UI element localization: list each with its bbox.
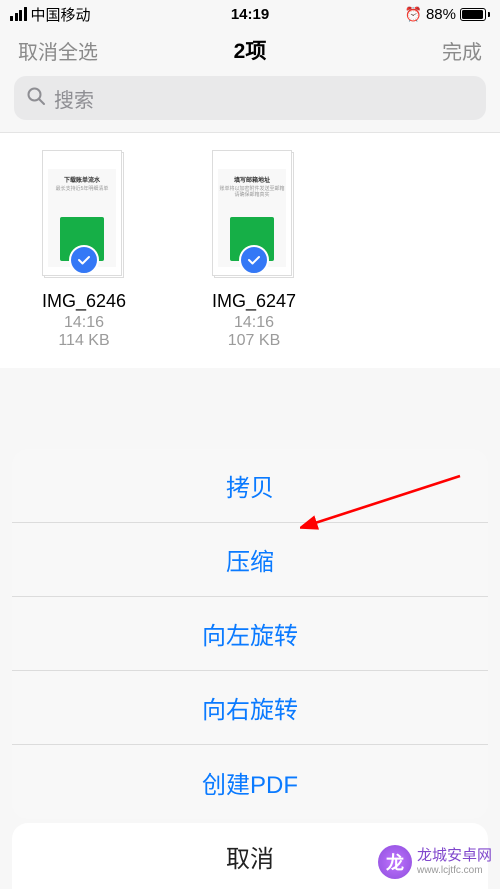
file-size: 107 KB (228, 332, 280, 350)
sheet-create-pdf-button[interactable]: 创建PDF (12, 745, 488, 819)
nav-bar: 取消全选 2项 完成 (0, 28, 500, 72)
status-bar: 中国移动 14:19 ⏰ 88% (0, 0, 500, 28)
selected-check-icon (239, 245, 269, 275)
sheet-rotate-left-button[interactable]: 向左旋转 (12, 597, 488, 671)
file-item[interactable]: 填写邮箱地址 账单将以加密附件发送至邮箱请确保邮箱真实 IMG_6247 14:… (184, 151, 324, 350)
page-title: 2项 (234, 35, 267, 65)
status-time: 14:19 (231, 6, 269, 23)
action-sheet: 拷贝 压缩 向左旋转 向右旋转 创建PDF (12, 449, 488, 819)
search-icon (26, 86, 46, 111)
sheet-compress-button[interactable]: 压缩 (12, 523, 488, 597)
file-item[interactable]: 下载账单流水 最长支持近5年明细清单 IMG_6246 14:16 114 KB (14, 151, 154, 350)
watermark-url: www.lcjtfc.com (417, 865, 492, 876)
carrier-label: 中国移动 (31, 4, 91, 25)
selected-check-icon (69, 245, 99, 275)
file-size: 114 KB (58, 332, 109, 350)
file-name: IMG_6247 (212, 291, 296, 312)
alarm-icon: ⏰ (405, 6, 422, 23)
battery-percent: 88% (426, 6, 456, 23)
signal-icon (10, 7, 27, 21)
deselect-all-button[interactable]: 取消全选 (18, 36, 98, 65)
done-button[interactable]: 完成 (442, 36, 482, 65)
search-placeholder: 搜索 (54, 84, 94, 113)
sheet-copy-button[interactable]: 拷贝 (12, 449, 488, 523)
file-time: 14:16 (234, 314, 274, 332)
watermark-logo-icon: 龙 (378, 845, 412, 879)
sheet-rotate-right-button[interactable]: 向右旋转 (12, 671, 488, 745)
file-time: 14:16 (64, 314, 104, 332)
watermark-title: 龙城安卓网 (417, 848, 492, 865)
file-grid: 下载账单流水 最长支持近5年明细清单 IMG_6246 14:16 114 KB… (0, 132, 500, 368)
watermark: 龙 龙城安卓网 www.lcjtfc.com (378, 845, 492, 879)
file-name: IMG_6246 (42, 291, 126, 312)
search-input[interactable]: 搜索 (14, 76, 486, 120)
battery-icon (460, 8, 490, 21)
